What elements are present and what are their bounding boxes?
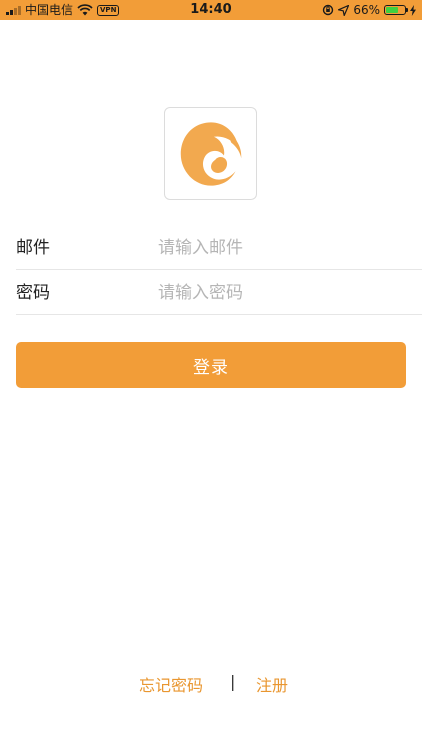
charging-bolt-icon (410, 4, 416, 16)
email-label: 邮件 (16, 238, 50, 258)
battery-icon (384, 5, 408, 15)
login-button[interactable]: 登录 (16, 342, 406, 388)
footer-links: 忘记密码 | 注册 (0, 672, 422, 696)
status-right: 66% (322, 3, 416, 17)
rotation-lock-icon (323, 4, 334, 16)
app-logo (164, 107, 257, 200)
forgot-password-link[interactable]: 忘记密码 (139, 672, 203, 696)
email-row: 邮件 (16, 226, 422, 270)
password-label: 密码 (16, 283, 50, 303)
location-arrow-icon (338, 4, 350, 16)
password-input[interactable] (158, 271, 408, 314)
battery-level-fill (386, 7, 398, 13)
email-input[interactable] (158, 226, 408, 269)
battery-percent: 66% (353, 3, 380, 17)
footer-divider: | (230, 672, 236, 691)
status-bar: 中国电信 VPN 14:40 66% (0, 0, 422, 20)
register-link[interactable]: 注册 (256, 672, 288, 696)
password-row: 密码 (16, 271, 422, 315)
app-logo-icon (180, 121, 241, 186)
